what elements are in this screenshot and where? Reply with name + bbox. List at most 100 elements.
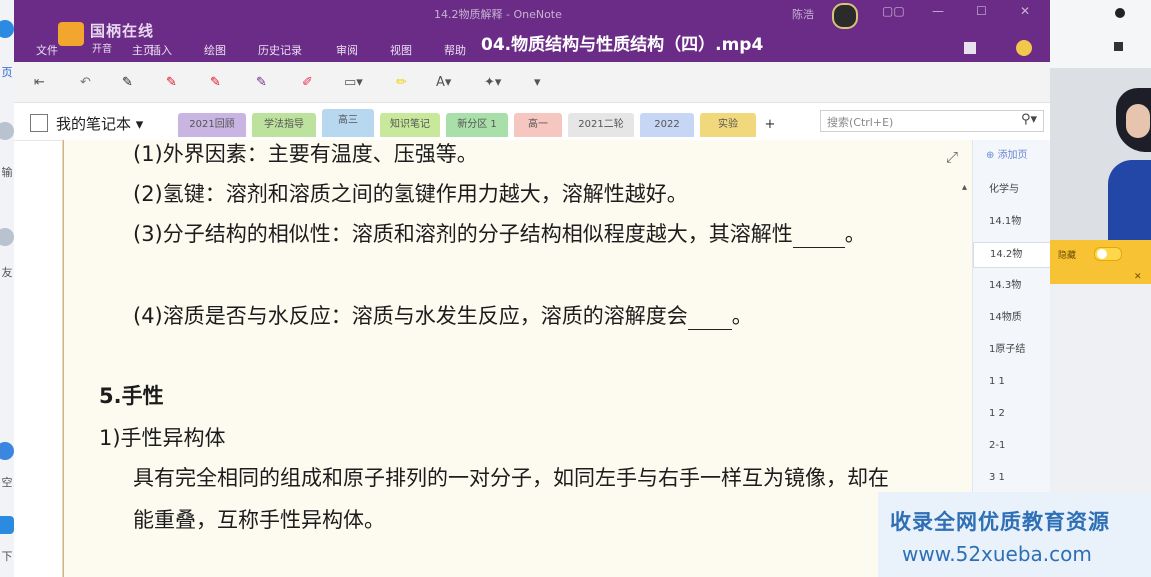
toggle-label: 隐藏	[1058, 251, 1077, 261]
paragraph-line-2: 能重叠，互称手性异构体。	[133, 508, 385, 532]
user-name[interactable]: 陈浩	[792, 6, 814, 22]
upload-icon[interactable]	[0, 122, 14, 140]
note-line-1: (1)外界因素：主要有温度、压强等。	[133, 142, 478, 166]
notebook-icon[interactable]	[30, 114, 48, 132]
left-strip-item-5[interactable]: 下	[0, 548, 14, 564]
record-icon[interactable]	[1115, 8, 1125, 18]
feedback-smile-icon[interactable]	[1016, 40, 1032, 56]
blank-solubility-change[interactable]	[687, 309, 732, 330]
eraser-icon[interactable]: ✦▾	[484, 75, 501, 90]
watermark-text: 收录全网优质教育资源	[890, 510, 1110, 534]
maximize-icon[interactable]: ☐	[976, 4, 987, 18]
minimize-icon[interactable]: —	[932, 4, 944, 18]
restore-ribbon-icon[interactable]: ▢▢	[882, 4, 905, 18]
left-app-strip: 页 输 友 空 下	[0, 0, 15, 577]
tab-2021-review[interactable]: 2021回顾	[178, 113, 246, 137]
lasso-icon[interactable]: ↶	[80, 75, 91, 90]
camera-icon[interactable]	[1114, 42, 1123, 51]
blank-solubility[interactable]	[792, 227, 845, 248]
page-item-10[interactable]: 3 1	[973, 466, 1051, 490]
note-line-4: (4)溶质是否与水反应：溶质与水发生反应，溶质的溶解度会。	[133, 304, 753, 330]
add-section-button[interactable]: +	[760, 113, 780, 137]
left-strip-item-4[interactable]: 空	[0, 474, 14, 490]
highlighter-icon[interactable]: ✐	[302, 75, 313, 90]
teacher-body	[1108, 160, 1151, 240]
watermark-url: www.52xueba.com	[902, 542, 1092, 566]
download-icon[interactable]	[0, 516, 14, 534]
menu-review[interactable]: 审阅	[336, 42, 358, 58]
pen-purple-icon[interactable]: ✎	[256, 75, 267, 90]
pen-red-icon[interactable]: ✎	[166, 75, 177, 90]
search-icon[interactable]: ⚲▾	[1021, 112, 1037, 127]
page-item-5[interactable]: 14物质	[973, 306, 1051, 330]
page-item-4[interactable]: 14.3物	[973, 274, 1051, 298]
tab-experiment[interactable]: 实验	[700, 113, 756, 137]
left-strip-item-1[interactable]: 页	[0, 64, 14, 80]
menu-view[interactable]: 视图	[390, 42, 412, 58]
logo-text: 国柄在线	[90, 22, 155, 40]
close-icon[interactable]: ✕	[1020, 4, 1030, 18]
search-placeholder: 搜索(Ctrl+E)	[827, 116, 894, 129]
menu-history[interactable]: 历史记录	[258, 42, 302, 58]
notebook-name[interactable]: 我的笔记本 ▾	[56, 113, 143, 134]
logo-subtext: 开音	[92, 44, 112, 55]
right-side-panel: 隐藏 ✕	[1050, 0, 1151, 577]
tab-senior-three[interactable]: 高三	[322, 109, 374, 137]
menu-file[interactable]: 文件	[36, 42, 58, 58]
menu-insert[interactable]: 插入	[150, 42, 172, 58]
left-strip-item-2[interactable]: 输	[0, 164, 14, 180]
video-toggle-panel: 隐藏 ✕	[1050, 240, 1151, 284]
scroll-up-icon[interactable]: ▴	[962, 182, 967, 193]
title-bar: 国柄在线 开音 14.2物质解释 - OneNote 陈浩 ▢▢ — ☐ ✕ 文…	[14, 0, 1050, 62]
page-item-9[interactable]: 2-1	[973, 434, 1051, 458]
camera-control-bar	[1050, 0, 1151, 68]
page-item-1[interactable]: 化学与	[973, 178, 1051, 202]
tab-knowledge-notes[interactable]: 知识笔记	[380, 113, 440, 137]
subsection-heading: 1)手性异构体	[99, 426, 226, 450]
highlighter-yellow-icon[interactable]: ✏	[396, 75, 407, 90]
tab-new-section[interactable]: 新分区 1	[446, 113, 508, 137]
page-item-3[interactable]: 14.2物	[973, 242, 1053, 268]
notebook-icon[interactable]	[964, 42, 976, 54]
video-title: 04.物质结构与性质结构（四）.mp4	[481, 35, 764, 55]
left-strip-item-3[interactable]: 友	[0, 264, 14, 280]
toggle-knob[interactable]	[1097, 249, 1107, 259]
space-icon[interactable]	[0, 442, 14, 460]
menu-help[interactable]: 帮助	[444, 42, 466, 58]
window-title: 14.2物质解释 - OneNote	[434, 8, 562, 21]
menu-draw[interactable]: 绘图	[204, 42, 226, 58]
select-tool-icon[interactable]: ⇤	[34, 75, 45, 90]
page-item-7[interactable]: 1 1	[973, 370, 1051, 394]
section-heading: 5.手性	[99, 384, 164, 408]
paragraph-line-1: 具有完全相同的组成和原子排列的一对分子，如同左手与右手一样互为镜像，却在	[133, 466, 889, 490]
user-avatar[interactable]	[832, 3, 858, 29]
friends-icon[interactable]	[0, 228, 14, 246]
page-item-6[interactable]: 1原子结	[973, 338, 1051, 362]
add-page-button[interactable]: ⊕ 添加页	[986, 146, 1028, 161]
expand-icon[interactable]: ⤢	[946, 148, 958, 166]
drawing-toolbar: ⇤ ↶ ✎ ✎ ✎ ✎ ✐ ▭▾ ✏ A▾ ✦▾ ▾	[14, 62, 1050, 103]
page-item-8[interactable]: 1 2	[973, 402, 1051, 426]
pen-red2-icon[interactable]: ✎	[210, 75, 221, 90]
pen-black-icon[interactable]: ✎	[122, 75, 133, 90]
tab-study-guide[interactable]: 学法指导	[252, 113, 316, 137]
page-item-2[interactable]: 14.1物	[973, 210, 1051, 234]
page-margin-line	[63, 140, 64, 577]
ink-to-text-icon[interactable]: A▾	[436, 75, 451, 90]
cloud-icon[interactable]	[0, 20, 14, 38]
search-input[interactable]: 搜索(Ctrl+E) ⚲▾	[820, 110, 1044, 132]
tab-2021-second[interactable]: 2021二轮	[568, 113, 634, 137]
app-logo-icon	[58, 22, 84, 46]
note-line-2: (2)氢键：溶剂和溶质之间的氢键作用力越大，溶解性越好。	[133, 182, 688, 206]
tab-2022[interactable]: 2022	[640, 113, 694, 137]
panel-close-icon[interactable]: ✕	[1134, 272, 1142, 282]
teacher-face	[1126, 104, 1150, 138]
onenote-window: 国柄在线 开音 14.2物质解释 - OneNote 陈浩 ▢▢ — ☐ ✕ 文…	[14, 0, 1053, 577]
more-tools-icon[interactable]: ▾	[534, 75, 541, 90]
note-page[interactable]: (1)外界因素：主要有温度、压强等。 (2)氢键：溶剂和溶质之间的氢键作用力越大…	[62, 140, 973, 577]
watermark-banner: 收录全网优质教育资源 www.52xueba.com	[878, 492, 1151, 577]
shapes-icon[interactable]: ▭▾	[344, 75, 363, 90]
section-tabs-row: 我的笔记本 ▾ 2021回顾 学法指导 高三 知识笔记 新分区 1 高一 202…	[14, 103, 1050, 141]
note-line-3: (3)分子结构的相似性：溶质和溶剂的分子结构相似程度越大，其溶解性。	[133, 222, 866, 248]
tab-senior-one[interactable]: 高一	[514, 113, 562, 137]
